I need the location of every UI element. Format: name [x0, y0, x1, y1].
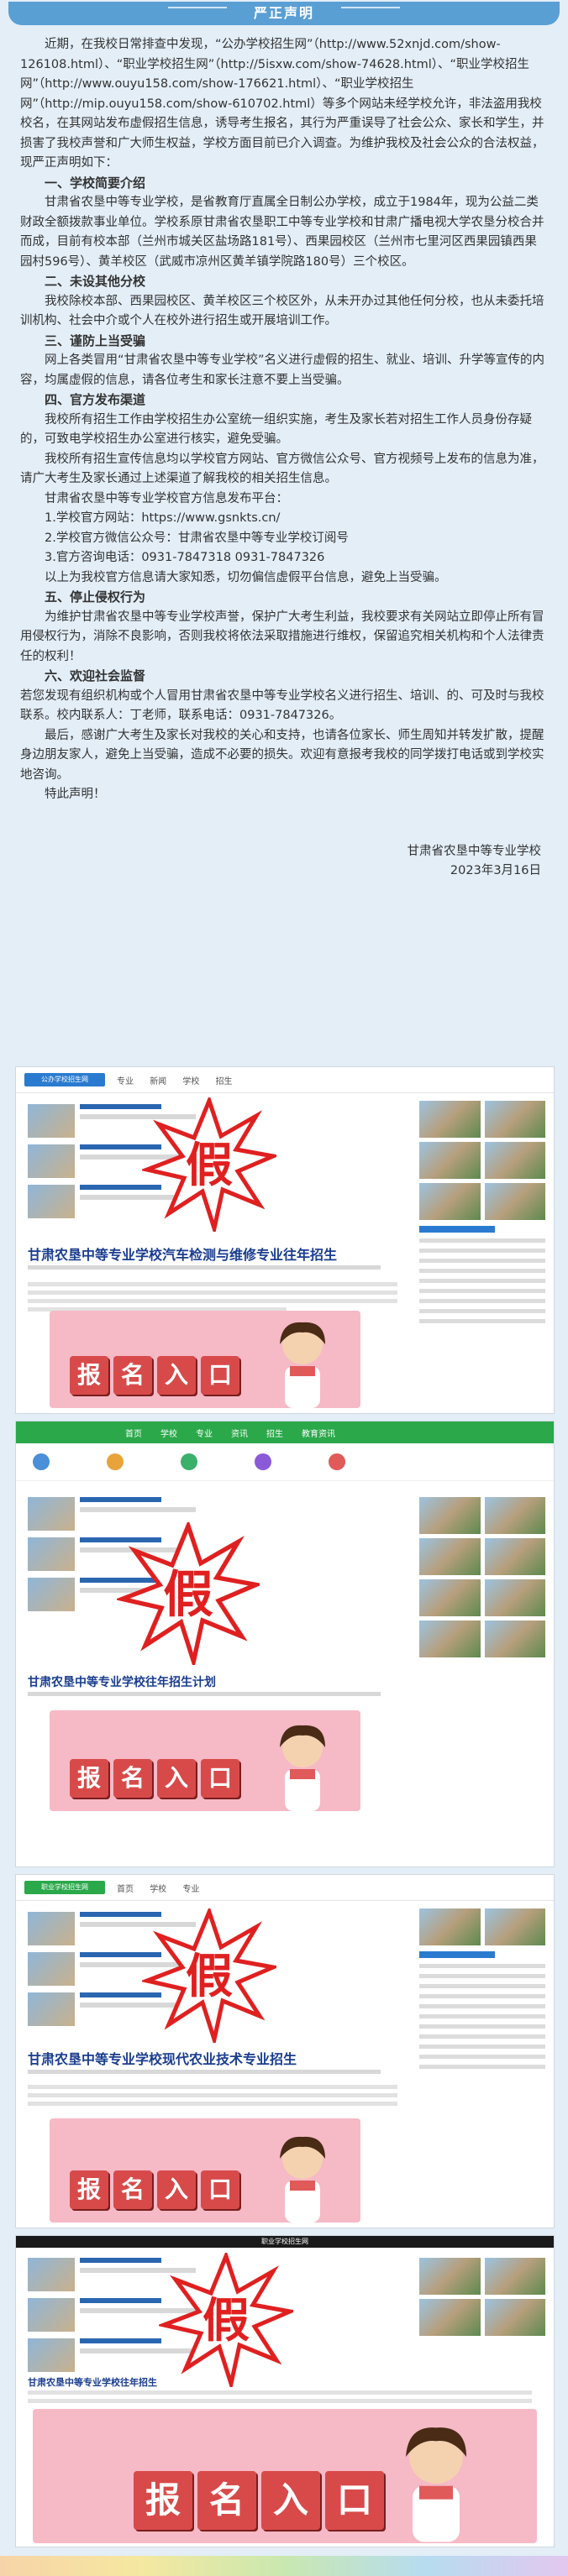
statement-paragraph: 甘肃省农垦中等专业学校，是省教育厅直属全日制公办学校，成立于1984年，现为公益… — [20, 196, 544, 269]
statement-paragraph: 近期，在我校日常排查中发现，“公办学校招生网”（http://www.52xnj… — [20, 38, 544, 170]
fake-article-title: 甘肃农垦中等专业学校汽车检测与维修专业往年招生 — [28, 1247, 338, 1263]
nav-item: 专业 — [117, 1076, 134, 1086]
signup-banner: 报 名 入 口 — [50, 1311, 360, 1408]
fake-site-sidebar — [419, 2258, 545, 2336]
nav-item: 招生 — [215, 1076, 233, 1086]
nav-item: 学校 — [160, 1429, 177, 1439]
fake-stamp-icon: 假 — [159, 2253, 293, 2387]
fake-site-sidebar — [419, 1101, 545, 1329]
fake-stamp-text: 假 — [186, 1139, 233, 1193]
page-title: 严正声明 — [8, 2, 560, 25]
fake-site-logo: 公办学校招生网 — [24, 1073, 105, 1086]
cartoon-girl-icon — [280, 2136, 325, 2223]
section-heading: 二、未设其他分校 — [45, 274, 146, 289]
nav-item: 教育资讯 — [302, 1429, 335, 1439]
fake-article-title: 甘肃农垦中等专业学校往年招生 — [28, 2377, 157, 2388]
fake-site-topbar: 职业学校招生网 首页 学校 专业 — [16, 1875, 554, 1901]
fake-site-icon-row — [16, 1443, 554, 1481]
statement-paragraph: 3.官方咨询电话：0931-7847318 0931-7847326 — [45, 551, 325, 564]
svg-text:假: 假 — [163, 1566, 213, 1624]
nav-item: 招生 — [266, 1429, 283, 1439]
fake-site-topbar: 公办学校招生网 专业 新闻 学校 招生 — [16, 1067, 554, 1093]
fake-site-logo: 职业学校招生网 — [24, 1881, 105, 1894]
statement-paragraph: 网上各类冒用“甘肃省农垦中等专业学校”名义进行虚假的招生、就业、培训、升学等宣传… — [20, 353, 545, 387]
nav-item: 新闻 — [150, 1076, 167, 1086]
statement-paragraph: 2.学校官方微信公众号：甘肃省农垦中等专业学校订阅号 — [45, 531, 349, 545]
nav-item: 资讯 — [231, 1429, 248, 1439]
cartoon-girl-icon — [406, 2427, 466, 2542]
statement-paragraph: 1.学校官方网站：https://www.gsnkts.cn/ — [45, 511, 281, 525]
fake-stamp-icon: 假 — [142, 1908, 276, 2043]
section-heading: 三、谨防上当受骗 — [45, 332, 146, 348]
thumbnail — [28, 1104, 75, 1138]
nav-item: 专业 — [182, 1884, 200, 1894]
section-heading: 六、欢迎社会监督 — [45, 668, 146, 683]
nav-item: 学校 — [150, 1884, 167, 1894]
fake-site-sidebar — [419, 1908, 545, 2075]
thumbnail — [28, 1185, 75, 1218]
statement-body: 近期，在我校日常排查中发现，“公办学校招生网”（http://www.52xnj… — [20, 35, 548, 882]
fake-site-screenshot-3: 职业学校招生网 首页 学校 专业 甘肃农垦中等专业学校现代农业技术专业招生 假 … — [15, 1874, 555, 2228]
signup-banner: 报 名 入 口 — [50, 1710, 360, 1811]
fake-stamp-icon: 假 — [142, 1097, 276, 1232]
statement-paragraph: 若您发现有组织机构或个人冒用甘肃省农垦中等专业学校名义进行招生、培训、的、可及时… — [20, 689, 544, 723]
statement-paragraph: 特此声明！ — [45, 788, 106, 801]
statement-paragraph: 我校除校本部、西果园校区、黄羊校区三个校区外，从未开办过其他任何分校，也从未委托… — [20, 294, 544, 328]
thumbnail — [28, 1144, 75, 1178]
statement-paragraph: 甘肃省农垦中等专业学校官方信息发布平台： — [45, 491, 288, 505]
fake-site-nav: 首页 学校 专业 资讯 招生 教育资讯 — [16, 1422, 554, 1443]
section-heading: 四、官方发布渠道 — [45, 392, 146, 407]
banner-char: 入 — [157, 1356, 196, 1395]
fake-site-topbar: 职业学校招生网 — [16, 2236, 554, 2248]
signature-date: 2023年3月16日 — [450, 864, 541, 877]
statement-paragraph: 以上为我校官方信息请大家知悉，切勿偏信虚假平台信息，避免上当受骗。 — [45, 570, 447, 584]
banner-char: 报 — [70, 1356, 108, 1395]
fake-site-screenshot-2: 首页 学校 专业 资讯 招生 教育资讯 甘肃农垦中等专业学校往年招生计划 假 报 — [15, 1421, 555, 1867]
fake-site-nav: 专业 新闻 学校 招生 — [117, 1074, 246, 1086]
section-heading: 五、停止侵权行为 — [45, 589, 146, 605]
nav-item: 学校 — [182, 1076, 200, 1086]
svg-text:假: 假 — [186, 1950, 233, 2004]
fake-site-screenshot-1: 公办学校招生网 专业 新闻 学校 招生 甘肃农垦中等专业学校汽车检测与维修专业往… — [15, 1066, 555, 1414]
fake-article-title: 甘肃农垦中等专业学校往年招生计划 — [28, 1676, 216, 1689]
statement-page: 严正声明 近期，在我校日常排查中发现，“公办学校招生网”（http://www.… — [0, 0, 568, 2576]
fake-article-title: 甘肃农垦中等专业学校现代农业技术专业招生 — [28, 2051, 297, 2067]
fake-site-sidebar — [419, 1497, 545, 1657]
banner-char: 名 — [113, 1356, 152, 1395]
nav-item: 专业 — [196, 1429, 213, 1439]
footer-decoration — [0, 2556, 568, 2576]
nav-item: 首页 — [125, 1429, 142, 1439]
statement-paragraph: 最后，感谢广大考生及家长对我校的关心和支持，也请各位家长、师生周知并转发扩散，提… — [20, 728, 544, 782]
signup-banner: 报 名 入 口 — [33, 2409, 537, 2543]
nav-item: 首页 — [117, 1884, 134, 1894]
svg-text:假: 假 — [202, 2294, 250, 2348]
section-heading: 一、学校简要介绍 — [45, 175, 146, 191]
cartoon-girl-icon — [280, 1322, 325, 1408]
banner-char: 口 — [201, 1356, 239, 1395]
cartoon-girl-icon — [280, 1725, 325, 1811]
statement-paragraph: 为维护甘肃省农垦中等专业学校声誉，保护广大考生利益，我校要求有关网站立即停止所有… — [20, 610, 544, 663]
statement-paragraph: 我校所有招生宣传信息均以学校官方网站、官方微信公众号、官方视频号上发布的信息为准… — [20, 452, 544, 486]
fake-stamp-icon: 假 — [117, 1522, 260, 1665]
signature-org: 甘肃省农垦中等专业学校 — [407, 844, 542, 858]
fake-site-screenshot-4: 职业学校招生网 甘肃农垦中等专业学校往年招生 假 报 名 入 口 — [15, 2235, 555, 2547]
statement-paragraph: 我校所有招生工作由学校招生办公室统一组织实施，考生及家长若对招生工作人员身份存疑… — [20, 412, 532, 447]
signup-banner: 报 名 入 口 — [50, 2118, 360, 2223]
